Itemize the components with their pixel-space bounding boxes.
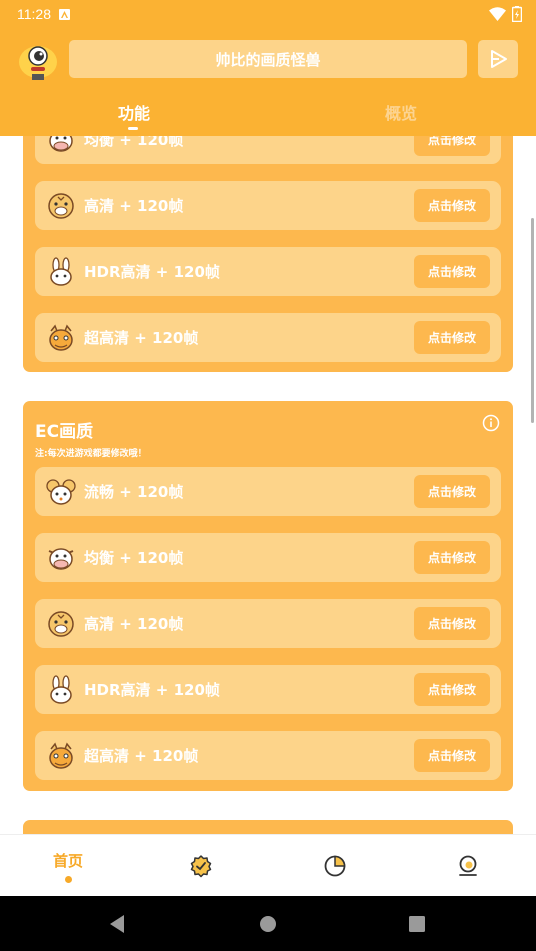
modify-button[interactable]: 点击修改: [414, 475, 490, 508]
battery-icon: [512, 6, 522, 22]
play-icon: [491, 50, 507, 68]
option-row: 超高清 + 120帧 点击修改: [35, 313, 501, 362]
option-label: 高清 + 120帧: [84, 197, 184, 215]
info-icon[interactable]: [482, 414, 500, 432]
nav-profile[interactable]: [455, 835, 481, 897]
option-row: 流畅 + 120帧 点击修改: [35, 467, 501, 516]
back-icon[interactable]: [108, 914, 126, 934]
nav-stats[interactable]: [322, 835, 348, 897]
mouse-icon: [46, 478, 76, 505]
modify-button[interactable]: 点击修改: [414, 189, 490, 222]
option-label: HDR高清 + 120帧: [84, 681, 220, 699]
run-button[interactable]: [478, 40, 518, 78]
modify-button[interactable]: 点击修改: [414, 739, 490, 772]
tiger-icon: [48, 192, 74, 219]
option-row: 均衡 + 120帧 点击修改: [35, 533, 501, 582]
avatar[interactable]: [17, 40, 59, 82]
ec-quality-card: EC画质 注:每次进游戏都要修改哦！ 流畅 + 120帧 点击修改 均衡 + 1…: [23, 401, 513, 791]
option-row: 均衡 + 120帧 点击修改: [35, 136, 501, 164]
pie-chart-icon: [324, 855, 346, 877]
profile-icon: [459, 855, 477, 876]
rabbit-icon: [50, 256, 72, 286]
next-card-peek: [23, 820, 513, 834]
card-title: EC画质: [35, 422, 94, 442]
modify-button[interactable]: 点击修改: [414, 607, 490, 640]
rabbit-icon: [50, 674, 72, 704]
main-scroll-area[interactable]: 均衡 + 120帧 点击修改 高清 + 120帧 点击修改 HDR高清 + 12…: [0, 136, 536, 834]
cow-icon: [49, 136, 73, 152]
option-label: HDR高清 + 120帧: [84, 263, 220, 281]
option-label: 均衡 + 120帧: [84, 136, 184, 149]
status-time: 11:28: [17, 6, 51, 22]
option-row: HDR高清 + 120帧 点击修改: [35, 665, 501, 714]
bottom-nav: 首页: [0, 834, 536, 896]
dragon-icon: [49, 324, 73, 351]
option-label: 超高清 + 120帧: [84, 747, 199, 765]
active-dot: [64, 875, 72, 883]
option-row: 超高清 + 120帧 点击修改: [35, 731, 501, 780]
monster-avatar-icon: [19, 46, 57, 80]
nav-verified[interactable]: [188, 835, 214, 897]
option-row: 高清 + 120帧 点击修改: [35, 599, 501, 648]
modify-button[interactable]: 点击修改: [414, 541, 490, 574]
card-note: 注:每次进游戏都要修改哦！: [35, 449, 147, 459]
cow-icon: [48, 547, 74, 570]
app-header: 帅比的画质怪兽 功能 概览: [0, 28, 536, 136]
modify-button[interactable]: 点击修改: [414, 321, 490, 354]
home-circle-icon[interactable]: [259, 915, 277, 933]
scrollbar[interactable]: [531, 218, 534, 423]
option-label: 均衡 + 120帧: [84, 549, 184, 567]
app-title: 帅比的画质怪兽: [69, 40, 467, 78]
option-label: 流畅 + 120帧: [84, 483, 184, 501]
system-nav-bar: [0, 896, 536, 951]
option-row: 高清 + 120帧 点击修改: [35, 181, 501, 230]
notification-icon: [59, 8, 70, 20]
tiger-icon: [48, 610, 74, 637]
status-bar: 11:28: [0, 0, 536, 28]
modify-button[interactable]: 点击修改: [414, 673, 490, 706]
option-label: 高清 + 120帧: [84, 615, 184, 633]
wifi-icon: [489, 7, 506, 21]
tab-overview[interactable]: 概览: [385, 100, 417, 124]
quality-card-top: 均衡 + 120帧 点击修改 高清 + 120帧 点击修改 HDR高清 + 12…: [23, 136, 513, 372]
option-row: HDR高清 + 120帧 点击修改: [35, 247, 501, 296]
tab-functions[interactable]: 功能: [118, 100, 150, 124]
modify-button[interactable]: 点击修改: [414, 255, 490, 288]
nav-home[interactable]: 首页: [48, 835, 88, 897]
nav-home-label: 首页: [52, 851, 83, 870]
dragon-icon: [49, 742, 73, 769]
option-label: 超高清 + 120帧: [84, 329, 199, 347]
modify-button[interactable]: 点击修改: [414, 136, 490, 156]
recents-icon[interactable]: [408, 915, 426, 933]
verified-badge-icon: [190, 855, 212, 878]
tab-indicator: [128, 127, 138, 130]
